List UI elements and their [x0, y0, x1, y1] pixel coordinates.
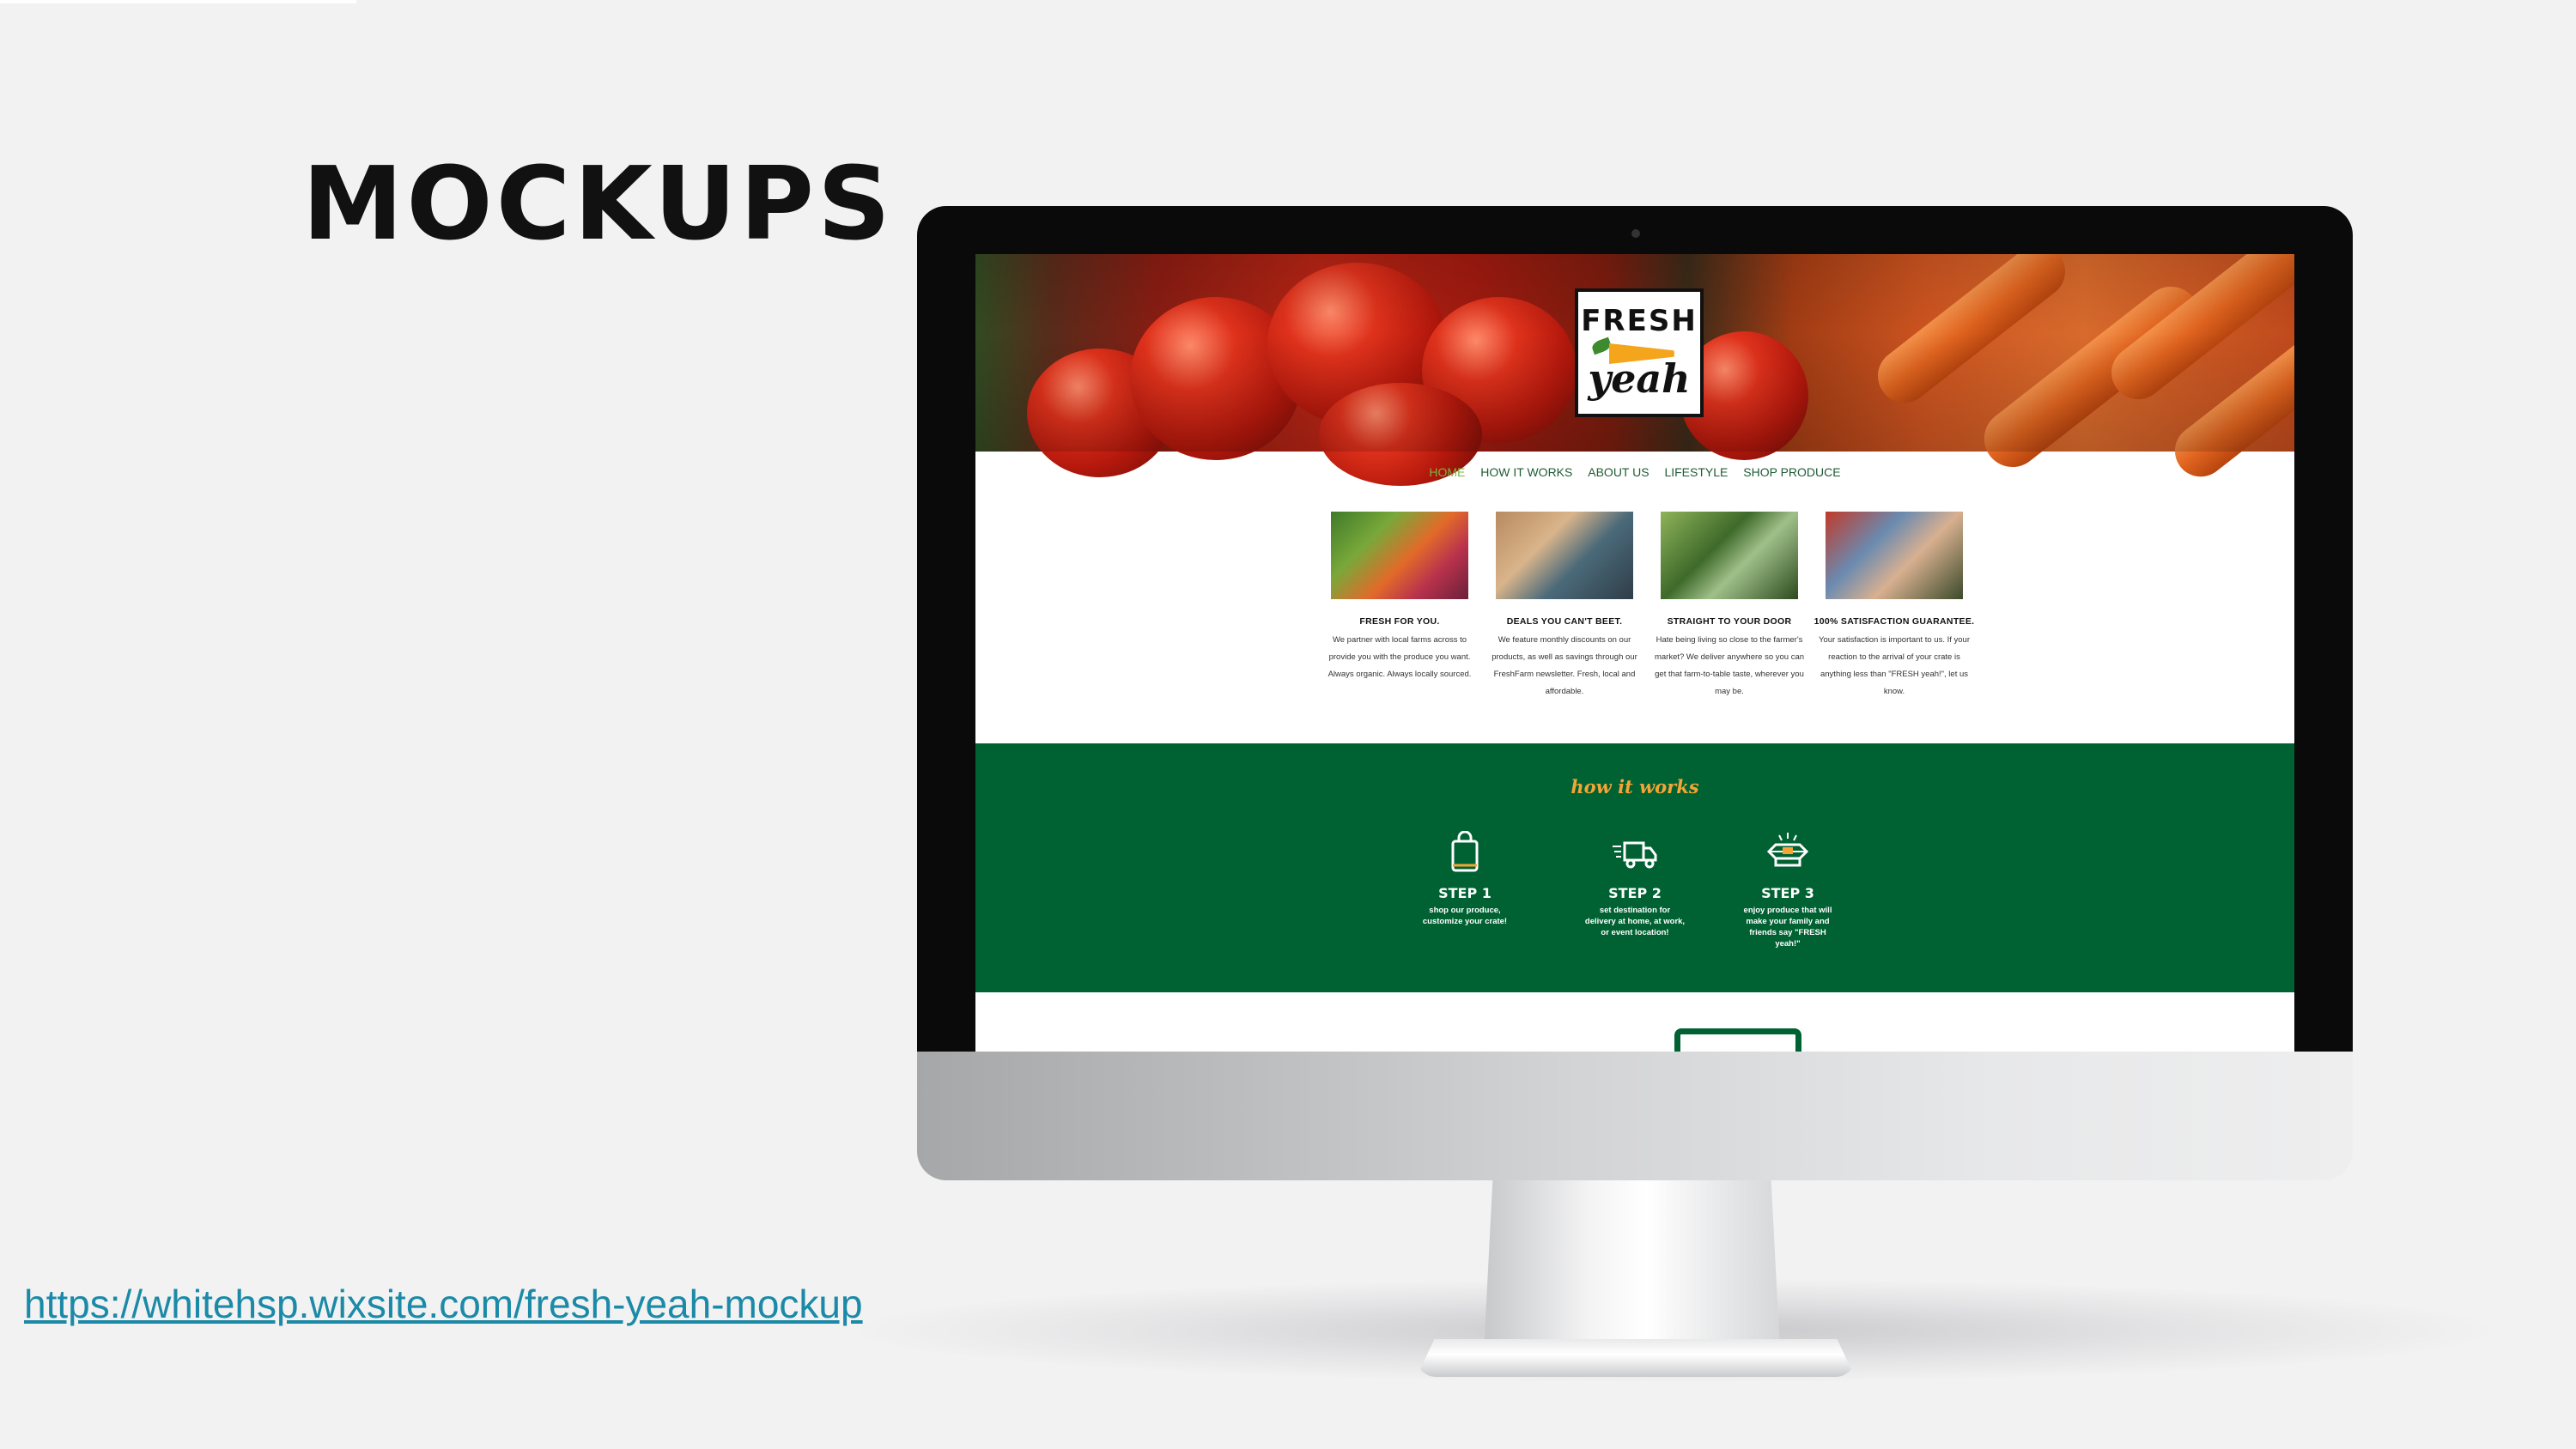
nav-home[interactable]: HOME — [1429, 465, 1465, 479]
how-it-works-title: how it works — [1571, 776, 1699, 797]
hero-banner: FRESH yeah — [975, 254, 2294, 488]
feature-text: We feature monthly discounts on our prod… — [1492, 635, 1637, 696]
nav-about-us[interactable]: ABOUT US — [1588, 465, 1649, 479]
step-text: enjoy produce that will make your family… — [1743, 906, 1832, 949]
website-screen: FRESH yeah HOME HOW IT WORKS ABOUT US LI… — [975, 254, 2294, 1052]
monitor-chin — [917, 1052, 2353, 1180]
feature-text: Hate being living so close to the farmer… — [1654, 635, 1805, 696]
step-text: shop our produce, customize your crate! — [1422, 906, 1508, 926]
logo-word-yeah: yeah — [1588, 355, 1691, 402]
step-label: STEP 2 — [1608, 885, 1662, 901]
feature-delivery: STRAIGHT TO YOUR DOOR Hate being living … — [1647, 512, 1812, 700]
feature-text: Your satisfaction is important to us. If… — [1818, 635, 1970, 696]
shopping-bag-icon — [1451, 830, 1479, 872]
step-1: STEP 1 shop our produce, customize your … — [1413, 830, 1516, 927]
step-label: STEP 3 — [1761, 885, 1814, 901]
step-2: STEP 2 set destination for delivery at h… — [1583, 831, 1686, 938]
nav-lifestyle[interactable]: LIFESTYLE — [1664, 465, 1728, 479]
how-it-works-section: how it works STEP 1 shop our produce, cu… — [975, 743, 2294, 992]
step-text: set destination for delivery at home, at… — [1584, 906, 1686, 937]
feature-text: We partner with local farms across to pr… — [1327, 635, 1472, 679]
slide-title: MOCKUPS — [302, 144, 894, 263]
next-section-preview — [1674, 1028, 1801, 1052]
feature-title: DEALS YOU CAN'T BEET. — [1506, 616, 1623, 627]
market-photo — [1496, 512, 1633, 599]
vegetables-photo — [1331, 512, 1468, 599]
monitor-stand-neck — [1484, 1180, 1780, 1352]
camera-icon — [1631, 229, 1640, 238]
greens-photo — [1661, 512, 1798, 599]
mockup-link[interactable]: https://whitehsp.wixsite.com/fresh-yeah-… — [24, 1281, 863, 1327]
fresh-yeah-logo[interactable]: FRESH yeah — [1575, 288, 1704, 417]
open-crate-icon — [1766, 833, 1809, 867]
step-3: STEP 3 enjoy produce that will make your… — [1736, 831, 1839, 949]
leaf-icon — [1590, 336, 1613, 355]
feature-fresh-for-you: FRESH FOR YOU. We partner with local far… — [1317, 512, 1482, 683]
monitor-stand-base — [1417, 1339, 1855, 1377]
features-section: FRESH FOR YOU. We partner with local far… — [1317, 512, 1974, 743]
step-label: STEP 1 — [1438, 885, 1492, 901]
feature-title: STRAIGHT TO YOUR DOOR — [1667, 616, 1792, 627]
feature-title: 100% SATISFACTION GUARANTEE. — [1814, 616, 1975, 627]
feature-guarantee: 100% SATISFACTION GUARANTEE. Your satisf… — [1812, 512, 1977, 700]
shoppers-photo — [1826, 512, 1963, 599]
nav-how-it-works[interactable]: HOW IT WORKS — [1480, 465, 1572, 479]
nav-shop-produce[interactable]: SHOP PRODUCE — [1743, 465, 1840, 479]
delivery-truck-icon — [1613, 841, 1657, 869]
feature-deals: DEALS YOU CAN'T BEET. We feature monthly… — [1482, 512, 1647, 700]
site-nav: HOME HOW IT WORKS ABOUT US LIFESTYLE SHO… — [975, 465, 2294, 479]
top-strip — [0, 0, 356, 3]
feature-title: FRESH FOR YOU. — [1359, 616, 1440, 627]
logo-word-fresh: FRESH — [1581, 304, 1698, 338]
